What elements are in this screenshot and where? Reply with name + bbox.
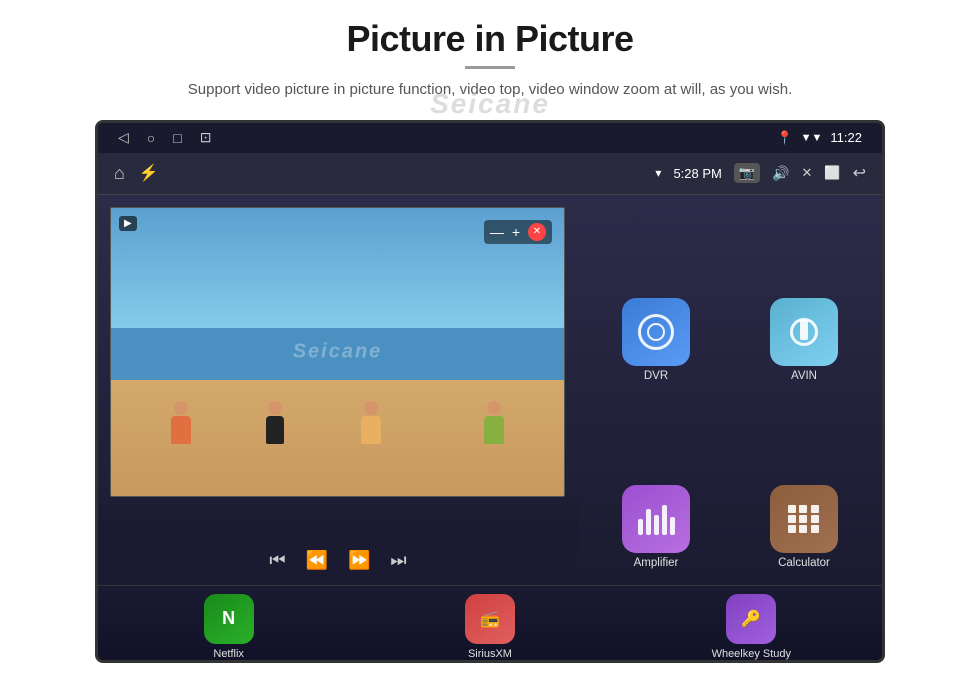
pip-play-icon: ▶ <box>119 216 137 231</box>
pip-expand-btn[interactable]: + <box>512 224 520 240</box>
avin-icon-shape <box>790 318 818 346</box>
toolbar-wifi-icon: ▾ <box>655 166 661 180</box>
toolbar-right: ▾ 5:28 PM 📷 🔊 ✕ ⬜ ↩ <box>655 163 866 183</box>
calc-dot-6 <box>811 515 819 523</box>
person-body-3 <box>361 416 381 444</box>
amp-bar-5 <box>670 517 675 535</box>
amp-bars <box>638 503 675 535</box>
calc-dot-2 <box>799 505 807 513</box>
dock-icon-siriusxm: 📻 <box>465 594 515 644</box>
calc-dot-4 <box>788 515 796 523</box>
person-4 <box>484 401 504 444</box>
person-2 <box>266 401 284 444</box>
person-3 <box>361 401 381 444</box>
pip-video-container: Seicane ▶ — + ✕ ⏮ ⏪ ⏩ ⏭ <box>98 195 578 585</box>
dock-label-netflix: Netflix <box>213 648 244 660</box>
toolbar-back-icon[interactable]: ↩ <box>853 163 866 183</box>
page-title: Picture in Picture <box>346 18 633 60</box>
title-divider <box>465 66 515 69</box>
main-content: Seicane ▶ — + ✕ ⏮ ⏪ ⏩ ⏭ <box>98 195 882 585</box>
calc-dot-7 <box>788 525 796 533</box>
video-scene: Seicane <box>111 208 564 496</box>
device-frame: ◁ ○ □ ⊡ 📍 ▼▼ 11:22 ⌂ ⚡ ▾ 5:28 PM 📷 🔊 <box>95 120 885 663</box>
home-nav-icon[interactable]: ○ <box>147 130 155 146</box>
person-body-1 <box>171 416 191 444</box>
toolbar-camera-icon[interactable]: 📷 <box>734 163 760 183</box>
app-grid: DVR AVIN <box>578 195 882 585</box>
toolbar: ⌂ ⚡ ▾ 5:28 PM 📷 🔊 ✕ ⬜ ↩ <box>98 153 882 195</box>
calc-grid <box>788 505 820 533</box>
screenshot-nav-icon[interactable]: ⊡ <box>200 129 212 146</box>
amp-bar-3 <box>654 515 659 535</box>
person-head-2 <box>268 401 282 415</box>
toolbar-window-icon[interactable]: ⬜ <box>824 165 840 181</box>
back-nav-icon[interactable]: ◁ <box>118 129 129 146</box>
app-icon-dvr <box>622 298 690 366</box>
person-body-4 <box>484 416 504 444</box>
pip-overlay[interactable]: Seicane ▶ — + ✕ <box>110 207 565 497</box>
media-controls: ⏮ ⏪ ⏩ ⏭ <box>98 490 578 585</box>
dvr-circles <box>638 314 674 350</box>
media-prev-btn[interactable]: ⏮ <box>269 550 285 571</box>
app-icon-calculator <box>770 485 838 553</box>
amp-bar-2 <box>646 509 651 535</box>
beach-sea <box>111 328 564 386</box>
avin-circle <box>790 318 818 346</box>
app-icon-amplifier <box>622 485 690 553</box>
media-next-btn[interactable]: ⏭ <box>390 550 406 571</box>
person-head-4 <box>487 401 501 415</box>
dock-item-wheelkey[interactable]: 🔑 Wheelkey Study <box>706 594 796 660</box>
dock-icon-wheelkey: 🔑 <box>726 594 776 644</box>
toolbar-time: 5:28 PM <box>673 166 721 181</box>
calc-dot-5 <box>799 515 807 523</box>
app-label-dvr: DVR <box>644 370 668 382</box>
app-icon-avin <box>770 298 838 366</box>
media-rewind-btn[interactable]: ⏪ <box>306 550 328 571</box>
toolbar-usb-icon[interactable]: ⚡ <box>139 163 159 183</box>
person-body-2 <box>266 416 284 444</box>
app-label-amplifier: Amplifier <box>634 557 679 569</box>
pip-controls: — + ✕ <box>484 220 552 244</box>
dock-item-netflix[interactable]: N Netflix <box>184 594 274 660</box>
amp-bar-1 <box>638 519 643 535</box>
person-1 <box>171 401 191 444</box>
signal-icon: ▼▼ <box>801 132 823 144</box>
toolbar-home-icon[interactable]: ⌂ <box>114 163 125 184</box>
status-bar-right: 📍 ▼▼ 11:22 <box>776 130 862 146</box>
app-label-avin: AVIN <box>791 370 817 382</box>
person-head-1 <box>174 401 188 415</box>
person-head-3 <box>364 401 378 415</box>
pip-close-btn[interactable]: ✕ <box>528 223 546 241</box>
app-item-dvr[interactable]: DVR <box>586 207 726 386</box>
app-item-amplifier[interactable]: Amplifier <box>586 394 726 573</box>
status-time: 11:22 <box>830 130 862 145</box>
recent-nav-icon[interactable]: □ <box>173 130 181 146</box>
page-subtitle: Support video picture in picture functio… <box>188 79 792 102</box>
media-forward-btn[interactable]: ⏩ <box>348 550 370 571</box>
toolbar-close-icon[interactable]: ✕ <box>802 165 813 181</box>
avin-pin <box>800 320 808 340</box>
dock-icon-netflix: N <box>204 594 254 644</box>
status-bar-left: ◁ ○ □ ⊡ <box>118 129 211 146</box>
dvr-outer <box>638 314 674 350</box>
pip-minimize-btn[interactable]: — <box>490 224 504 240</box>
status-bar: ◁ ○ □ ⊡ 📍 ▼▼ 11:22 <box>98 123 882 153</box>
dock-label-siriusxm: SiriusXM <box>468 648 512 660</box>
calc-dot-1 <box>788 505 796 513</box>
calc-dot-9 <box>811 525 819 533</box>
app-item-avin[interactable]: AVIN <box>734 207 874 386</box>
dvr-inner <box>647 323 665 341</box>
app-label-calculator: Calculator <box>778 557 830 569</box>
toolbar-volume-icon[interactable]: 🔊 <box>772 165 789 182</box>
dock-item-siriusxm[interactable]: 📻 SiriusXM <box>445 594 535 660</box>
page-wrapper: Picture in Picture Seicane Support video… <box>0 0 980 687</box>
toolbar-left: ⌂ ⚡ <box>114 163 159 184</box>
dock-label-wheelkey: Wheelkey Study <box>712 648 791 660</box>
location-icon: 📍 <box>776 130 792 146</box>
app-dock: N Netflix 📻 SiriusXM 🔑 Wheelkey Study <box>98 585 882 660</box>
calc-dot-3 <box>811 505 819 513</box>
app-item-calculator[interactable]: Calculator <box>734 394 874 573</box>
calc-dot-8 <box>799 525 807 533</box>
amp-bar-4 <box>662 505 667 535</box>
